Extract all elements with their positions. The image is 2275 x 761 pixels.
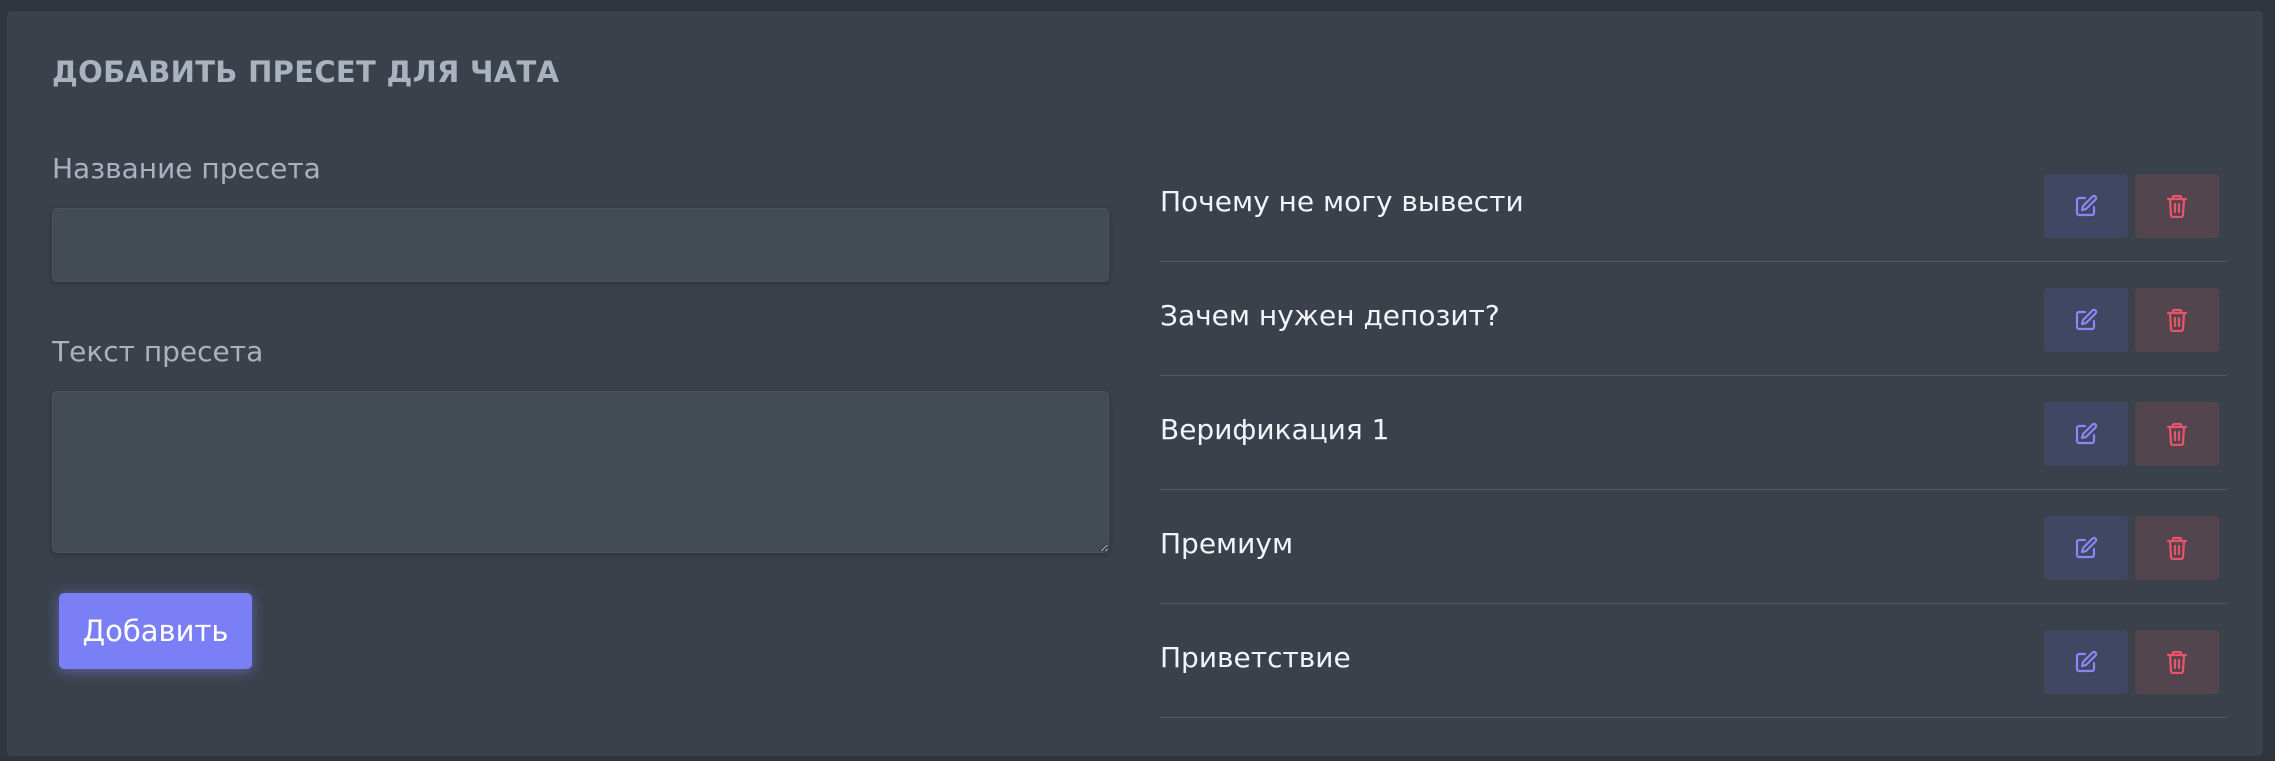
delete-preset-button[interactable] <box>2135 630 2219 694</box>
preset-row: Премиум <box>1160 490 2227 604</box>
edit-preset-button[interactable] <box>2044 288 2128 352</box>
edit-preset-button[interactable] <box>2044 174 2128 238</box>
trash-icon <box>2166 308 2188 332</box>
edit-icon <box>2074 308 2098 332</box>
preset-name-input[interactable] <box>52 208 1109 282</box>
add-preset-card: ДОБАВИТЬ ПРЕСЕТ ДЛЯ ЧАТА Название пресет… <box>7 11 2263 756</box>
add-preset-button[interactable]: Добавить <box>59 593 252 669</box>
trash-icon <box>2166 194 2188 218</box>
edit-icon <box>2074 194 2098 218</box>
preset-row: Почему не могу вывести <box>1160 148 2227 262</box>
preset-row: Верификация 1 <box>1160 376 2227 490</box>
delete-preset-button[interactable] <box>2135 402 2219 466</box>
preset-text-label: Текст пресета <box>52 335 264 368</box>
preset-name: Почему не могу вывести <box>1160 185 1524 218</box>
trash-icon <box>2166 650 2188 674</box>
edit-preset-button[interactable] <box>2044 516 2128 580</box>
trash-icon <box>2166 536 2188 560</box>
preset-name: Приветствие <box>1160 641 1351 674</box>
preset-name-label: Название пресета <box>52 152 321 185</box>
delete-preset-button[interactable] <box>2135 516 2219 580</box>
trash-icon <box>2166 422 2188 446</box>
delete-preset-button[interactable] <box>2135 174 2219 238</box>
preset-text-textarea[interactable] <box>52 391 1109 553</box>
preset-row: Зачем нужен депозит? <box>1160 262 2227 376</box>
preset-name: Премиум <box>1160 527 1294 560</box>
preset-name: Зачем нужен депозит? <box>1160 299 1500 332</box>
edit-preset-button[interactable] <box>2044 402 2128 466</box>
preset-row: Приветствие <box>1160 604 2227 718</box>
edit-icon <box>2074 536 2098 560</box>
edit-icon <box>2074 422 2098 446</box>
edit-preset-button[interactable] <box>2044 630 2128 694</box>
card-title: ДОБАВИТЬ ПРЕСЕТ ДЛЯ ЧАТА <box>52 55 560 89</box>
delete-preset-button[interactable] <box>2135 288 2219 352</box>
edit-icon <box>2074 650 2098 674</box>
preset-name: Верификация 1 <box>1160 413 1390 446</box>
